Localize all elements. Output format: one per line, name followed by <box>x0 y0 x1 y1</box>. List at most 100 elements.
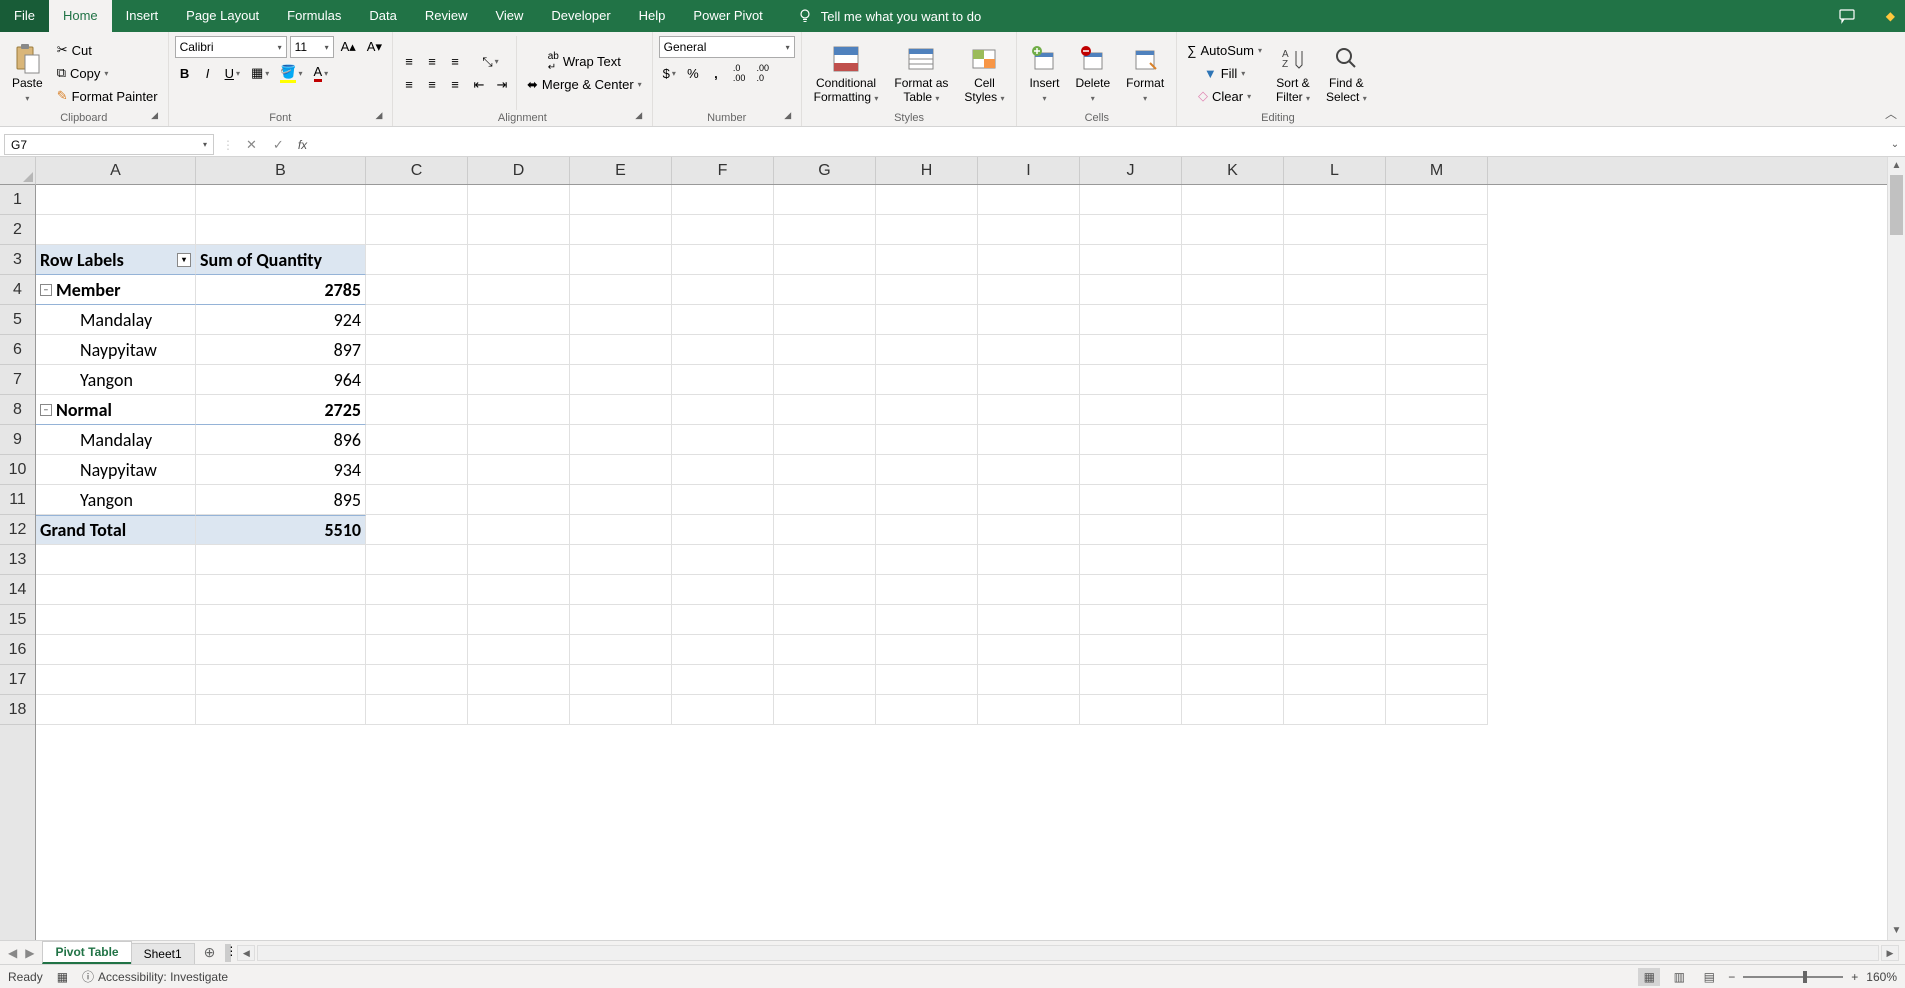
cell[interactable] <box>672 215 774 245</box>
cell[interactable] <box>366 215 468 245</box>
cell[interactable] <box>1182 515 1284 545</box>
cell[interactable] <box>876 665 978 695</box>
cell[interactable] <box>978 485 1080 515</box>
cell[interactable] <box>978 575 1080 605</box>
row-header-10[interactable]: 10 <box>0 455 35 485</box>
ribbon-tab-review[interactable]: Review <box>411 0 482 32</box>
cell[interactable]: 934 <box>196 455 366 485</box>
orientation-button[interactable]: ⤡▾ <box>469 51 512 73</box>
cell[interactable] <box>1386 515 1488 545</box>
cell[interactable] <box>1284 605 1386 635</box>
cell[interactable] <box>774 275 876 305</box>
column-header-A[interactable]: A <box>36 157 196 184</box>
row-header-15[interactable]: 15 <box>0 605 35 635</box>
zoom-slider[interactable] <box>1743 976 1843 978</box>
cell[interactable] <box>1284 575 1386 605</box>
cell[interactable] <box>468 695 570 725</box>
cell[interactable] <box>876 635 978 665</box>
cell[interactable] <box>876 335 978 365</box>
underline-button[interactable]: U▾ <box>221 62 244 84</box>
cell[interactable] <box>570 365 672 395</box>
format-painter-button[interactable]: ✎ Format Painter <box>53 85 162 107</box>
cell[interactable] <box>570 515 672 545</box>
cell[interactable] <box>876 305 978 335</box>
cell[interactable] <box>774 665 876 695</box>
fx-icon[interactable]: fx <box>292 138 313 152</box>
cell[interactable] <box>1386 215 1488 245</box>
cell[interactable] <box>774 605 876 635</box>
hscroll-left-icon[interactable]: ◀ <box>237 945 255 961</box>
number-format-combo[interactable]: General▾ <box>659 36 795 58</box>
cell[interactable] <box>1080 425 1182 455</box>
cell[interactable] <box>774 335 876 365</box>
row-header-16[interactable]: 16 <box>0 635 35 665</box>
cell[interactable] <box>876 605 978 635</box>
row-header-9[interactable]: 9 <box>0 425 35 455</box>
cell[interactable] <box>774 455 876 485</box>
cell[interactable] <box>1080 335 1182 365</box>
cell[interactable] <box>1284 245 1386 275</box>
cell[interactable] <box>1284 425 1386 455</box>
scroll-thumb[interactable] <box>1890 175 1903 235</box>
cell[interactable]: Yangon <box>36 365 196 395</box>
cell[interactable] <box>570 245 672 275</box>
cell[interactable]: 2785 <box>196 275 366 305</box>
cell[interactable]: −Member <box>36 275 196 305</box>
font-color-button[interactable]: A▾ <box>310 62 333 84</box>
ribbon-tab-help[interactable]: Help <box>625 0 680 32</box>
cell[interactable] <box>1284 485 1386 515</box>
cell[interactable] <box>672 335 774 365</box>
cell[interactable]: Row Labels▾ <box>36 245 196 275</box>
cell[interactable] <box>774 365 876 395</box>
row-header-2[interactable]: 2 <box>0 215 35 245</box>
cell[interactable] <box>570 215 672 245</box>
cell[interactable] <box>468 245 570 275</box>
cell[interactable] <box>1386 275 1488 305</box>
cell[interactable] <box>570 305 672 335</box>
collapse-icon[interactable]: − <box>40 284 52 296</box>
cell[interactable] <box>774 305 876 335</box>
ribbon-tab-insert[interactable]: Insert <box>112 0 173 32</box>
cell[interactable] <box>1284 215 1386 245</box>
comments-icon[interactable] <box>1838 7 1856 25</box>
copy-button[interactable]: ⧉ Copy ▾ <box>53 62 162 84</box>
collapse-ribbon-icon[interactable]: ︿ <box>1885 105 1897 122</box>
ribbon-tab-power-pivot[interactable]: Power Pivot <box>679 0 776 32</box>
cell[interactable] <box>196 545 366 575</box>
cell[interactable] <box>1182 545 1284 575</box>
row-header-3[interactable]: 3 <box>0 245 35 275</box>
cell[interactable] <box>774 395 876 425</box>
cell[interactable] <box>876 395 978 425</box>
cell[interactable] <box>468 455 570 485</box>
column-header-L[interactable]: L <box>1284 157 1386 184</box>
select-all-corner[interactable] <box>0 157 36 185</box>
cell[interactable] <box>1284 185 1386 215</box>
cell[interactable] <box>1386 395 1488 425</box>
sheet-tab-sheet1[interactable]: Sheet1 <box>131 943 195 964</box>
vertical-scrollbar[interactable]: ▲ ▼ <box>1887 157 1905 940</box>
page-layout-view-button[interactable]: ▥ <box>1668 968 1690 986</box>
zoom-out-button[interactable]: − <box>1728 970 1735 984</box>
cell[interactable] <box>1386 635 1488 665</box>
cell[interactable] <box>1182 395 1284 425</box>
zoom-value[interactable]: 160% <box>1866 970 1897 984</box>
cell[interactable] <box>1182 455 1284 485</box>
row-header-1[interactable]: 1 <box>0 185 35 215</box>
cell[interactable] <box>672 395 774 425</box>
cell[interactable] <box>366 695 468 725</box>
column-header-I[interactable]: I <box>978 157 1080 184</box>
cell[interactable] <box>876 545 978 575</box>
cell[interactable]: Grand Total <box>36 515 196 545</box>
cell[interactable] <box>1182 365 1284 395</box>
hscroll-right-icon[interactable]: ▶ <box>1881 945 1899 961</box>
cell[interactable] <box>774 515 876 545</box>
cell[interactable] <box>1080 575 1182 605</box>
cell[interactable] <box>978 395 1080 425</box>
align-center-button[interactable]: ≡ <box>422 74 442 96</box>
collapse-icon[interactable]: − <box>40 404 52 416</box>
ribbon-tab-formulas[interactable]: Formulas <box>273 0 355 32</box>
cell[interactable]: Naypyitaw <box>36 335 196 365</box>
cell[interactable] <box>1284 545 1386 575</box>
cell[interactable] <box>468 605 570 635</box>
cell[interactable] <box>774 635 876 665</box>
